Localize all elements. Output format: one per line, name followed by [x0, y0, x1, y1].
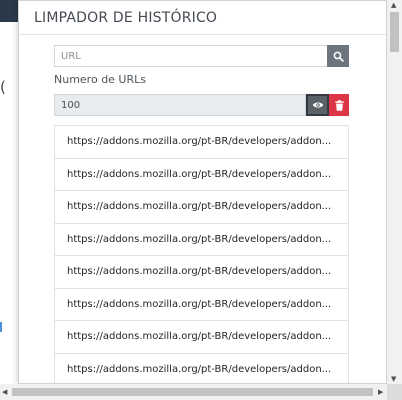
background-text-fragment: ( — [0, 78, 6, 96]
url-list-item[interactable]: https://addons.mozilla.org/pt-BR/develop… — [55, 321, 348, 354]
url-text: https://addons.mozilla.org/pt-BR/develop… — [67, 168, 332, 180]
trash-icon — [334, 99, 344, 111]
scrollbar-corner — [387, 384, 402, 400]
popup-title: LIMPADOR DE HISTÓRICO — [34, 10, 218, 26]
url-list-item[interactable]: https://addons.mozilla.org/pt-BR/develop… — [55, 159, 348, 191]
url-list-item[interactable]: https://addons.mozilla.org/pt-BR/develop… — [55, 354, 348, 384]
url-list: https://addons.mozilla.org/pt-BR/develop… — [54, 125, 349, 384]
eye-icon — [312, 102, 323, 108]
url-text: https://addons.mozilla.org/pt-BR/develop… — [67, 233, 332, 245]
url-text: https://addons.mozilla.org/pt-BR/develop… — [67, 136, 332, 148]
search-icon — [333, 51, 344, 62]
url-text: https://addons.mozilla.org/pt-BR/develop… — [67, 331, 332, 343]
search-button[interactable] — [327, 45, 349, 67]
horizontal-scrollbar[interactable]: ◀ ▶ — [0, 384, 387, 400]
vertical-scrollbar-thumb[interactable] — [390, 12, 399, 52]
view-urls-button[interactable] — [306, 94, 329, 116]
url-list-item[interactable]: https://addons.mozilla.org/pt-BR/develop… — [55, 191, 348, 224]
url-search-input[interactable] — [54, 45, 327, 67]
history-cleaner-popup: LIMPADOR DE HISTÓRICO Numero de URLs — [18, 0, 387, 384]
vertical-scrollbar[interactable]: ▲ ▼ — [387, 0, 402, 384]
delete-urls-button[interactable] — [329, 94, 349, 116]
url-text: https://addons.mozilla.org/pt-BR/develop… — [67, 363, 332, 375]
scroll-up-arrow-icon[interactable]: ▲ — [391, 1, 396, 9]
url-list-item[interactable]: https://addons.mozilla.org/pt-BR/develop… — [55, 289, 348, 321]
popup-content: Numero de URLs https://addons.mozilla.or… — [54, 45, 349, 384]
url-count-label: Numero de URLs — [54, 73, 146, 86]
url-text: https://addons.mozilla.org/pt-BR/develop… — [67, 298, 332, 310]
search-row — [54, 45, 349, 67]
scroll-right-arrow-icon[interactable]: ▶ — [378, 388, 383, 396]
horizontal-scrollbar-thumb[interactable] — [12, 388, 373, 396]
url-list-item[interactable]: https://addons.mozilla.org/pt-BR/develop… — [55, 256, 348, 289]
background-link-fragment — [0, 322, 2, 332]
url-text: https://addons.mozilla.org/pt-BR/develop… — [67, 266, 332, 278]
url-list-item[interactable]: https://addons.mozilla.org/pt-BR/develop… — [55, 126, 348, 159]
popup-header: LIMPADOR DE HISTÓRICO — [19, 1, 386, 35]
url-text: https://addons.mozilla.org/pt-BR/develop… — [67, 201, 332, 213]
scroll-down-arrow-icon[interactable]: ▼ — [391, 375, 396, 383]
url-count-input[interactable] — [54, 94, 306, 116]
url-list-item[interactable]: https://addons.mozilla.org/pt-BR/develop… — [55, 224, 348, 256]
url-count-row — [54, 94, 349, 116]
scroll-left-arrow-icon[interactable]: ◀ — [2, 388, 7, 396]
